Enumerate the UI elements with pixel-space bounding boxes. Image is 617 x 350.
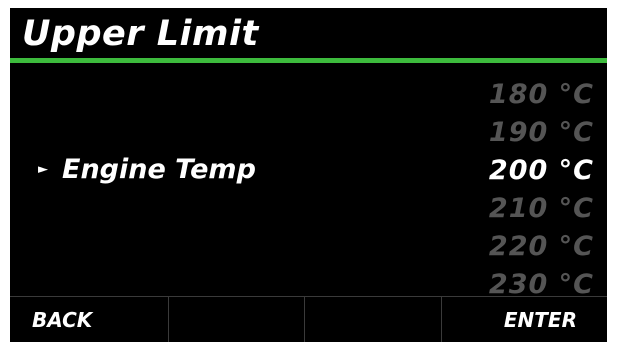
softkey-3[interactable] bbox=[304, 297, 441, 342]
title-divider bbox=[10, 58, 607, 63]
value-option[interactable]: 220 °C bbox=[434, 228, 594, 266]
softkey-bar: BACK ENTER bbox=[10, 296, 607, 342]
back-button[interactable]: BACK bbox=[10, 297, 168, 342]
softkey-2[interactable] bbox=[167, 297, 305, 342]
device-screen: Upper Limit ► Engine Temp 180 °C 190 °C … bbox=[10, 8, 607, 342]
parameter-label: Engine Temp bbox=[62, 153, 256, 185]
value-option[interactable]: 210 °C bbox=[434, 190, 594, 228]
value-scroll-list[interactable]: 180 °C 190 °C 200 °C 210 °C 220 °C 230 °… bbox=[434, 76, 594, 304]
value-option[interactable]: 180 °C bbox=[434, 76, 594, 114]
enter-button[interactable]: ENTER bbox=[440, 297, 608, 342]
triangle-right-icon: ► bbox=[38, 161, 48, 177]
value-option[interactable]: 190 °C bbox=[434, 114, 594, 152]
value-option-selected[interactable]: 200 °C bbox=[434, 152, 594, 190]
parameter-row: ► Engine Temp bbox=[38, 151, 256, 187]
page-title: Upper Limit bbox=[22, 14, 259, 54]
